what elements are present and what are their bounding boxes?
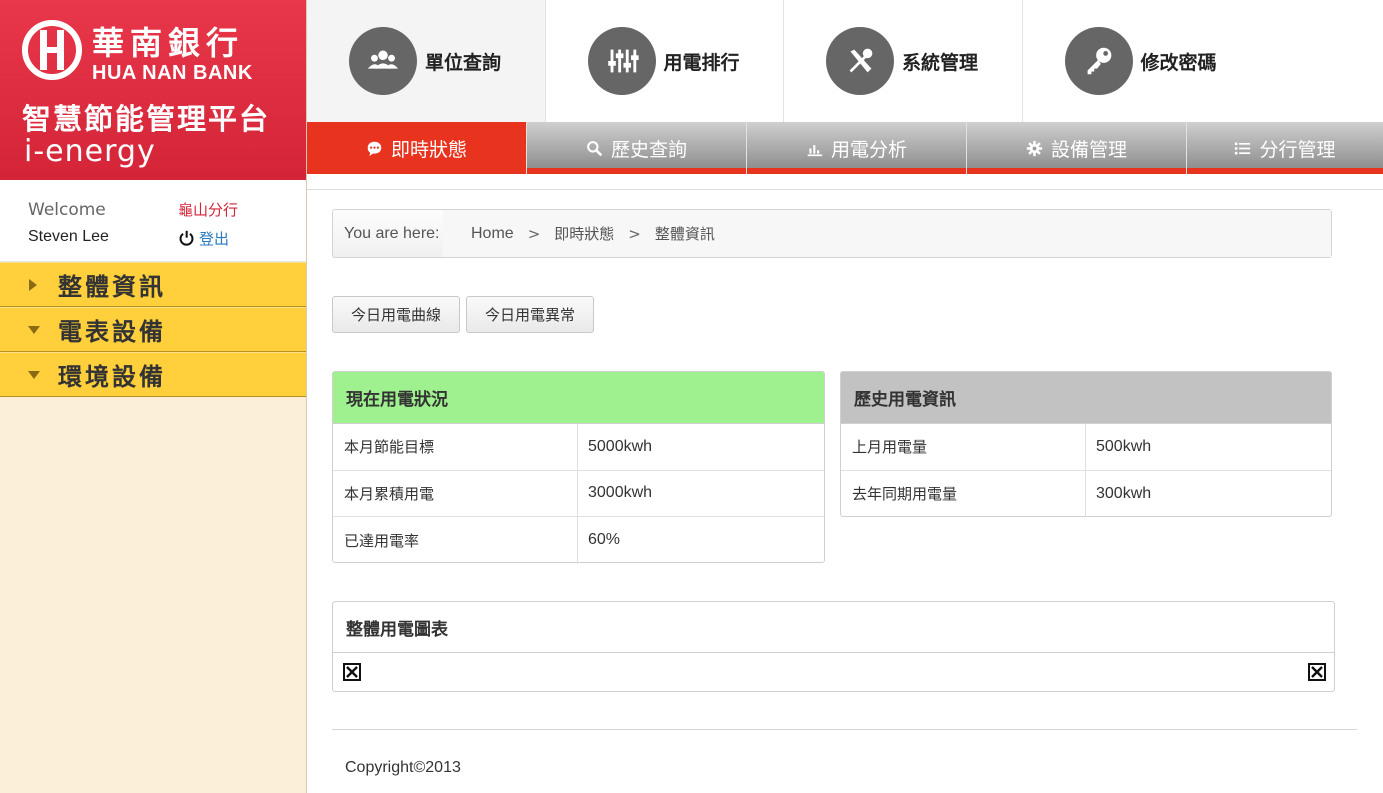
breadcrumb-prefix: You are here: [344,224,440,242]
row-value: 300kwh [1096,484,1152,502]
tab-analysis[interactable]: 用電分析 [747,122,967,174]
power-icon [179,230,194,246]
row-label: 去年同期用電量 [841,470,1086,517]
tab-label: 即時狀態 [390,138,467,161]
sidebar-item-meters[interactable]: 電表設備 [0,307,306,352]
breadcrumb: You are here: Home > 即時狀態 > 整體資訊 [332,209,1332,258]
panel-title: 整體用電圖表 [333,602,1334,653]
top-nav: 單位查詢 用電排行 系統管理 修改密碼 [307,0,1383,122]
tab-label: 設備管理 [1050,138,1127,161]
tab-history[interactable]: 歷史查詢 [527,122,747,174]
row-label: 本月累積用電 [333,470,578,516]
divider [307,180,1383,190]
nav-label: 系統管理 [902,51,979,74]
nav-unit-query[interactable]: 單位查詢 [307,0,546,122]
broken-image-icon [343,663,361,681]
broken-image-icon [1308,663,1326,681]
caret-down-icon [28,325,46,335]
nav-change-password[interactable]: 修改密碼 [1022,0,1383,122]
search-icon [587,140,603,156]
row-value: 3000kwh [588,484,653,502]
nav-usage-ranking[interactable]: 用電排行 [545,0,784,122]
nav-label: 修改密碼 [1140,51,1217,74]
tools-icon [826,27,894,95]
branch-name: 龜山分行 [178,201,239,219]
logout-link[interactable]: 登出 [178,228,229,249]
product-name: i-energy [24,134,156,169]
breadcrumb-realtime-link[interactable]: 即時狀態 [554,223,614,244]
panel-title: 歷史用電資訊 [841,372,1331,424]
caret-down-icon [28,370,46,380]
table-row: 上月用電量 500kwh [841,424,1331,471]
row-value: 500kwh [1096,437,1152,455]
breadcrumb-home-link[interactable]: Home [471,225,514,243]
sidebar-item-label: 整體資訊 [58,273,166,301]
tab-realtime[interactable]: 即時狀態 [307,122,527,174]
nav-system-admin[interactable]: 系統管理 [784,0,1023,122]
action-buttons: 今日用電曲線 今日用電異常 [332,296,595,333]
sidebar-item-label: 電表設備 [58,318,166,346]
copyright-text: Copyright©2013 [345,759,461,776]
gear-icon [1026,140,1043,156]
row-value: 5000kwh [588,437,653,455]
row-label: 本月節能目標 [333,424,578,470]
brand-name-zh: 華南銀行 [92,24,245,62]
tab-branch-admin[interactable]: 分行管理 [1187,122,1383,174]
tab-label: 用電分析 [830,138,907,161]
table-row: 本月累積用電 3000kwh [333,470,824,517]
group-icon [349,27,417,95]
panel-title: 現在用電狀況 [333,372,824,424]
platform-title: 智慧節能管理平台 [22,102,271,136]
caret-right-icon [28,278,46,291]
nav-label: 單位查詢 [425,51,502,74]
today-curve-button[interactable]: 今日用電曲線 [332,296,461,333]
tab-label: 歷史查詢 [610,138,687,161]
welcome-label: Welcome [28,200,106,220]
tab-label: 分行管理 [1259,138,1336,161]
row-value: 60% [588,531,621,549]
logout-label: 登出 [199,230,230,248]
user-info: Welcome Steven Lee 龜山分行 登出 [0,180,306,262]
history-usage-panel: 歷史用電資訊 上月用電量 500kwh 去年同期用電量 300kwh [840,371,1332,517]
equalizer-icon [587,27,656,95]
list-icon [1235,142,1251,154]
tab-bar: 即時狀態 歷史查詢 用電分析 設備管理 分行管理 [307,122,1383,174]
bar-chart-icon [807,144,823,156]
today-anomaly-button[interactable]: 今日用電異常 [466,296,595,333]
sidebar-item-environment[interactable]: 環境設備 [0,352,306,397]
brand-header: 華南銀行 HUA NAN BANK 智慧節能管理平台 i-energy [0,0,306,180]
row-label: 已達用電率 [333,517,578,564]
chat-icon [367,141,382,156]
key-icon [1064,27,1133,95]
hua-nan-logo-icon [22,20,82,80]
current-usage-panel: 現在用電狀況 本月節能目標 5000kwh 本月累積用電 3000kwh 已達用… [332,371,825,564]
user-name: Steven Lee [28,228,109,245]
sidebar-item-overview[interactable]: 整體資訊 [0,262,306,307]
table-row: 本月節能目標 5000kwh [333,424,824,471]
table-row: 去年同期用電量 300kwh [841,470,1331,517]
table-row: 已達用電率 60% [333,517,824,564]
breadcrumb-current: 整體資訊 [654,225,715,243]
sidebar-item-label: 環境設備 [58,363,166,391]
brand-name-en: HUA NAN BANK [92,62,253,84]
row-label: 上月用電量 [841,424,1086,470]
breadcrumb-trail: Home > 即時狀態 > 整體資訊 [443,210,1331,257]
breadcrumb-separator: > [628,224,641,243]
tab-device-admin[interactable]: 設備管理 [967,122,1187,174]
nav-label: 用電排行 [663,51,740,74]
breadcrumb-separator: > [527,224,541,243]
overall-chart-panel: 整體用電圖表 [332,601,1335,692]
footer-divider [332,729,1357,730]
sidebar: 華南銀行 HUA NAN BANK 智慧節能管理平台 i-energy Welc… [0,0,307,793]
